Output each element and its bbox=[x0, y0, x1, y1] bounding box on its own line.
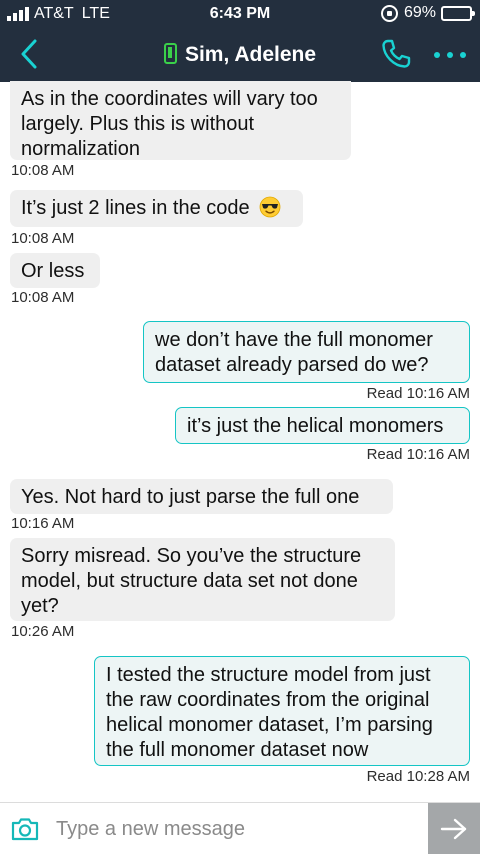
message-timestamp: 10:08 AM bbox=[11, 230, 75, 247]
read-receipt: Read 10:28 AM bbox=[366, 768, 470, 785]
message-timestamp: 10:16 AM bbox=[11, 515, 75, 532]
message-text: It’s just 2 lines in the code bbox=[21, 197, 250, 219]
message-line: dataset already parsed do we? bbox=[155, 354, 429, 376]
message-text: Yes. Not hard to just parse the full one bbox=[21, 486, 360, 508]
send-button[interactable] bbox=[428, 803, 480, 854]
message-line: normalization bbox=[21, 138, 140, 160]
message-text: Or less bbox=[21, 260, 85, 282]
message-timestamp: 10:26 AM bbox=[11, 623, 75, 640]
camera-button[interactable] bbox=[10, 816, 40, 842]
camera-icon bbox=[11, 818, 39, 841]
message-bubble-incoming[interactable]: Yes. Not hard to just parse the full one bbox=[10, 479, 393, 514]
read-receipt: Read 10:16 AM bbox=[366, 385, 470, 402]
message-timestamp: 10:08 AM bbox=[11, 289, 75, 306]
message-bubble-outgoing[interactable]: it’s just the helical monomers bbox=[175, 407, 470, 444]
message-bubble-incoming[interactable]: It’s just 2 lines in the code bbox=[10, 190, 303, 227]
more-options-button[interactable] bbox=[434, 50, 466, 60]
conversation-header: Sim, Adelene bbox=[0, 28, 480, 82]
message-line: As in the coordinates will vary too bbox=[21, 88, 318, 110]
message-line: yet? bbox=[21, 595, 59, 617]
message-input[interactable] bbox=[52, 803, 428, 854]
rotation-lock-icon bbox=[380, 4, 398, 22]
message-bubble-outgoing[interactable]: we don’t have the full monomer dataset a… bbox=[143, 321, 470, 383]
arrow-right-icon bbox=[440, 818, 467, 840]
battery-icon bbox=[441, 5, 475, 21]
message-bubble-incoming[interactable]: Or less bbox=[10, 253, 100, 288]
message-line: I tested the structure model from just bbox=[106, 664, 431, 686]
message-bubble-incoming[interactable]: Sorry misread. So you’ve the structure m… bbox=[10, 538, 395, 621]
message-text: it’s just the helical monomers bbox=[187, 415, 444, 437]
status-bar: AT&T LTE 6:43 PM 69% bbox=[0, 0, 480, 28]
battery-percent: 69% bbox=[403, 4, 436, 21]
message-line: the full monomer dataset now bbox=[106, 739, 369, 761]
more-dots-icon bbox=[434, 52, 440, 58]
message-line: model, but structure data set not done bbox=[21, 570, 358, 592]
message-line: Sorry misread. So you’ve the structure bbox=[21, 545, 362, 567]
message-line: the raw coordinates from the original bbox=[106, 689, 430, 711]
top-bar: AT&T LTE 6:43 PM 69% Sim, Adelene bbox=[0, 0, 480, 82]
message-bubble-outgoing[interactable]: I tested the structure model from just t… bbox=[94, 656, 470, 766]
message-line: helical monomer dataset, I’m parsing bbox=[106, 714, 433, 736]
status-right: 69% bbox=[380, 4, 475, 22]
message-line: largely. Plus this is without bbox=[21, 113, 255, 135]
message-line: we don’t have the full monomer bbox=[155, 329, 433, 351]
read-receipt: Read 10:16 AM bbox=[366, 446, 470, 463]
mobile-device-icon bbox=[163, 43, 177, 64]
message-timestamp: 10:08 AM bbox=[11, 162, 75, 179]
contact-name: Sim, Adelene bbox=[184, 43, 317, 66]
message-composer bbox=[0, 802, 480, 854]
message-bubble-incoming[interactable]: As in the coordinates will vary too larg… bbox=[10, 81, 351, 160]
call-button[interactable] bbox=[380, 38, 412, 70]
phone-icon bbox=[382, 39, 411, 68]
smiling-face-with-sunglasses-icon bbox=[259, 196, 281, 218]
